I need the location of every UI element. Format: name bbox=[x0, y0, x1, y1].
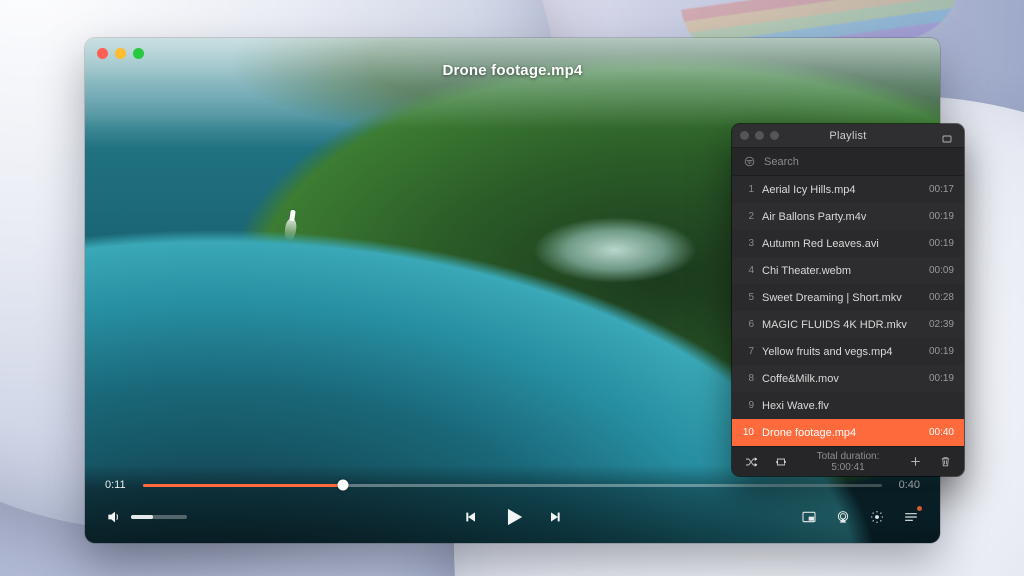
player-controls: 0:11 0:40 bbox=[85, 465, 940, 543]
playlist-item-duration: 00:09 bbox=[929, 265, 954, 276]
volume-slider[interactable] bbox=[131, 515, 187, 519]
video-frame-detail bbox=[289, 210, 295, 222]
playlist-item-name: Yellow fruits and vegs.mp4 bbox=[762, 346, 921, 358]
playlist-item[interactable]: 6 MAGIC FLUIDS 4K HDR.mkv 02:39 bbox=[732, 311, 964, 338]
playlist-item-index: 5 bbox=[740, 292, 754, 303]
playlist-close-button[interactable] bbox=[740, 131, 749, 140]
playlist-item-index: 6 bbox=[740, 319, 754, 330]
playlist-item-index: 4 bbox=[740, 265, 754, 276]
playlist-item-duration: 00:19 bbox=[929, 346, 954, 357]
seek-bar-knob[interactable] bbox=[337, 480, 348, 491]
playlist-title: Playlist bbox=[829, 130, 866, 142]
playlist-item-name: Air Ballons Party.m4v bbox=[762, 211, 921, 223]
seek-bar[interactable] bbox=[143, 484, 882, 487]
playlist-item[interactable]: 3 Autumn Red Leaves.avi 00:19 bbox=[732, 230, 964, 257]
next-track-button[interactable] bbox=[547, 508, 565, 526]
playlist-item-duration: 00:40 bbox=[929, 427, 954, 438]
filter-icon[interactable] bbox=[742, 155, 756, 169]
seek-row: 0:11 0:40 bbox=[105, 479, 920, 491]
playlist-list: 1 Aerial Icy Hills.mp4 00:17 2 Air Ballons P… bbox=[732, 176, 964, 446]
playlist-search-input[interactable] bbox=[764, 156, 954, 168]
playlist-item[interactable]: 7 Yellow fruits and vegs.mp4 00:19 bbox=[732, 338, 964, 365]
playlist-item-duration: 00:19 bbox=[929, 238, 954, 249]
playlist-item-duration: 00:17 bbox=[929, 184, 954, 195]
playlist-item[interactable]: 1 Aerial Icy Hills.mp4 00:17 bbox=[732, 176, 964, 203]
playlist-item-name: Hexi Wave.flv bbox=[762, 400, 946, 412]
previous-track-button[interactable] bbox=[461, 508, 479, 526]
settings-button[interactable] bbox=[868, 508, 886, 526]
playlist-item-name: Coffe&Milk.mov bbox=[762, 373, 921, 385]
playlist-item-name: Sweet Dreaming | Short.mkv bbox=[762, 292, 921, 304]
playlist-item-name: Autumn Red Leaves.avi bbox=[762, 238, 921, 250]
playlist-item[interactable]: 8 Coffe&Milk.mov 00:19 bbox=[732, 365, 964, 392]
playlist-item[interactable]: 5 Sweet Dreaming | Short.mkv 00:28 bbox=[732, 284, 964, 311]
playlist-item-index: 7 bbox=[740, 346, 754, 357]
window-zoom-button[interactable] bbox=[133, 48, 144, 59]
playlist-item-name: Aerial Icy Hills.mp4 bbox=[762, 184, 921, 196]
playlist-item-duration: 00:19 bbox=[929, 373, 954, 384]
elapsed-time: 0:11 bbox=[105, 479, 131, 491]
playlist-zoom-button[interactable] bbox=[770, 131, 779, 140]
window-title: Drone footage.mp4 bbox=[85, 62, 940, 79]
volume-slider-fill bbox=[131, 515, 153, 519]
playlist-item-index: 9 bbox=[740, 400, 754, 411]
shuffle-button[interactable] bbox=[742, 453, 760, 471]
playlist-item-index: 10 bbox=[740, 427, 754, 438]
playlist-item[interactable]: 4 Chi Theater.webm 00:09 bbox=[732, 257, 964, 284]
playlist-item-duration: 00:28 bbox=[929, 292, 954, 303]
playlist-popout-button[interactable] bbox=[938, 130, 956, 148]
playlist-item-index: 2 bbox=[740, 211, 754, 222]
playlist-toggle-button[interactable] bbox=[902, 508, 920, 526]
window-close-button[interactable] bbox=[97, 48, 108, 59]
playlist-item[interactable]: 2 Air Ballons Party.m4v 00:19 bbox=[732, 203, 964, 230]
play-button[interactable] bbox=[501, 505, 525, 529]
volume-control bbox=[105, 508, 187, 526]
playlist-item[interactable]: 10 Drone footage.mp4 00:40 bbox=[732, 419, 964, 446]
playlist-search-row bbox=[732, 148, 964, 176]
playlist-item-duration: 02:39 bbox=[929, 319, 954, 330]
playlist-item-duration: 00:19 bbox=[929, 211, 954, 222]
repeat-button[interactable] bbox=[772, 453, 790, 471]
playlist-item-index: 1 bbox=[740, 184, 754, 195]
remaining-time: 0:40 bbox=[894, 479, 920, 491]
playlist-footer: Total duration: 5:00:41 bbox=[732, 446, 964, 476]
window-controls bbox=[97, 48, 144, 59]
delete-from-playlist-button[interactable] bbox=[936, 453, 954, 471]
window-minimize-button[interactable] bbox=[115, 48, 126, 59]
playlist-item[interactable]: 9 Hexi Wave.flv bbox=[732, 392, 964, 419]
seek-bar-fill bbox=[143, 484, 343, 487]
playlist-minimize-button[interactable] bbox=[755, 131, 764, 140]
airplay-button[interactable] bbox=[834, 508, 852, 526]
volume-icon[interactable] bbox=[105, 508, 123, 526]
playlist-item-name: Drone footage.mp4 bbox=[762, 427, 921, 439]
playlist-total-duration: Total duration: 5:00:41 bbox=[802, 451, 894, 473]
playlist-item-index: 3 bbox=[740, 238, 754, 249]
picture-in-picture-button[interactable] bbox=[800, 508, 818, 526]
playlist-header: Playlist bbox=[732, 124, 964, 148]
playlist-item-name: Chi Theater.webm bbox=[762, 265, 921, 277]
playlist-item-index: 8 bbox=[740, 373, 754, 384]
playlist-item-name: MAGIC FLUIDS 4K HDR.mkv bbox=[762, 319, 921, 331]
add-to-playlist-button[interactable] bbox=[906, 453, 924, 471]
playlist-panel: Playlist 1 Aerial Icy Hills.mp4 00:17 2 Air … bbox=[732, 124, 964, 476]
